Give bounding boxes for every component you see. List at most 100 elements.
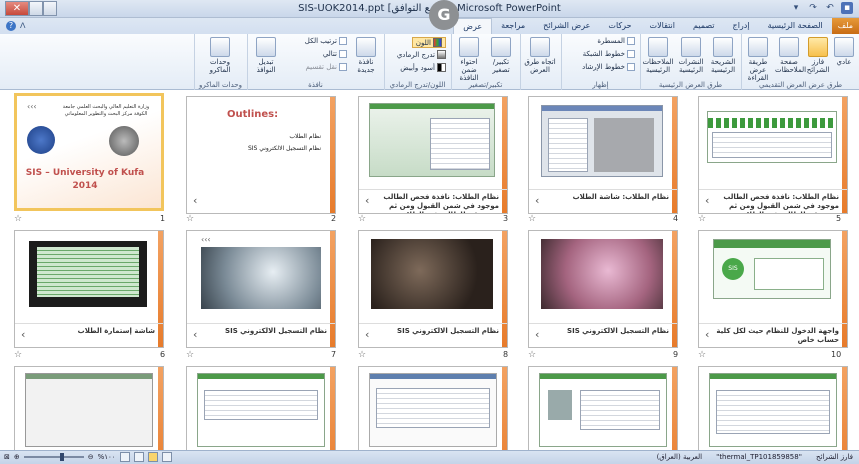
move-split-button[interactable]: نقل تقسيم (305, 63, 347, 71)
macros-button[interactable]: وحدات الماكرو (200, 37, 240, 74)
black-white-button[interactable]: أسود وأبيض (400, 63, 446, 72)
notes-page-button[interactable]: صفحة الملاحظات (775, 37, 806, 74)
gridlines-checkbox[interactable]: خطوط الشبكة (583, 50, 635, 58)
tab-design[interactable]: تصميم (684, 18, 724, 34)
undo-icon[interactable]: ↶ (824, 2, 836, 14)
view-direction-button[interactable]: اتجاه طرق العرض (524, 37, 556, 74)
slide-thumbnail-7[interactable]: ‹‹‹ نظام التسجيل الالكتروني SIS ‹ (186, 230, 336, 348)
save-icon[interactable]: ▪ (841, 2, 853, 14)
normal-view-icon (834, 37, 854, 57)
card-photo (541, 239, 663, 309)
card-photo (201, 247, 321, 309)
slide-caption: نظام الطلاب: شاشة الطلاب (529, 189, 677, 213)
fit-slide-icon[interactable]: ⊠ (4, 453, 10, 461)
zoom-slider-thumb[interactable] (59, 453, 64, 461)
reading-view-button[interactable]: طريقة عرض القراءة (743, 37, 773, 82)
slide-thumbnail-4[interactable]: نظام الطلاب: شاشة الطلاب ‹ (528, 96, 678, 214)
slide-sorter-icon (808, 37, 828, 57)
slide-thumbnail-2[interactable]: Outlines: نظام الطلاب نظام التسجيل الالك… (186, 96, 336, 214)
reading-view-icon[interactable] (133, 452, 144, 462)
group-show: المسطرة خطوط الشبكة خطوط الإرشاد إظهار (561, 34, 639, 90)
redo-icon[interactable]: ↷ (807, 2, 819, 14)
slide-number: 5 (836, 214, 842, 223)
notes-master-icon (648, 37, 668, 57)
cascade-button[interactable]: تتالي (323, 50, 347, 58)
screenshot-image (541, 105, 663, 177)
zoom-button[interactable]: تكبير/تصغير (485, 37, 517, 74)
slide-number: 6 (160, 350, 166, 359)
tab-animations[interactable]: حركات (599, 18, 640, 34)
slide-thumbnail-3[interactable]: نظام الطلاب: نافذة فحص الطالب موجود في ش… (358, 96, 508, 214)
group-label: إظهار (592, 81, 609, 89)
color-button[interactable]: اللون (411, 37, 446, 48)
customize-qat-icon[interactable]: ▾ (790, 2, 802, 14)
tab-file[interactable]: ملف (831, 18, 859, 34)
slide-thumbnail-12[interactable] (186, 366, 336, 450)
help-icon[interactable]: ? (6, 21, 16, 31)
slide-thumbnail-9[interactable]: نظام التسجيل الالكتروني SIS ‹ (528, 230, 678, 348)
transition-star-icon: ☆ (186, 350, 195, 360)
slide-header-text: وزارة التعليم العالي والبحث العلمي جامعة… (62, 104, 150, 117)
tab-view[interactable]: عرض (453, 18, 493, 34)
slide-thumbnail-8[interactable]: نظام التسجيل الالكتروني SIS ‹ (358, 230, 508, 348)
slide-caption: نظام التسجيل الالكتروني SIS (187, 323, 335, 347)
status-bar: فارز الشرائح "thermal_TP101859858" العرب… (0, 450, 859, 464)
slide-sorter-area: وزارة التعليم العالي والبحث العلمي جامعة… (0, 90, 859, 450)
slideshow-view-icon[interactable] (119, 452, 130, 462)
grayscale-button[interactable]: تدرج الرمادي (397, 50, 446, 59)
zoom-in-icon[interactable]: ⊕ (14, 453, 20, 461)
screenshot-image (539, 373, 667, 447)
slide-thumbnail-15[interactable] (698, 366, 848, 450)
guides-checkbox[interactable]: خطوط الإرشاد (582, 63, 635, 71)
status-info: فارز الشرائح "thermal_TP101859858" العرب… (657, 453, 853, 461)
transition-star-icon: ☆ (14, 214, 23, 224)
slide-thumbnail-5[interactable]: نظام الطلاب: نافذة فحص الطالب موجود في ش… (698, 96, 848, 214)
group-direction: اتجاه طرق العرض (520, 34, 560, 90)
fit-window-button[interactable]: احتواء ضمن النافذة (453, 37, 485, 82)
transition-star-icon: ☆ (698, 214, 707, 224)
handout-master-button[interactable]: النشرات الرئيسية (676, 37, 706, 74)
notes-page-icon (779, 37, 799, 57)
zoom-out-icon[interactable]: ⊖ (88, 453, 94, 461)
arrange-icon (339, 37, 347, 45)
slide-thumbnail-1[interactable]: وزارة التعليم العالي والبحث العلمي جامعة… (14, 93, 164, 211)
slide-thumbnail-13[interactable] (358, 366, 508, 450)
group-zoom: تكبير/تصغير احتواء ضمن النافذة تكبير/تصغ… (451, 34, 519, 90)
group-label: تكبير/تصغير (468, 81, 503, 89)
checkbox-icon (627, 63, 635, 71)
zoom-slider[interactable] (23, 453, 84, 461)
tab-insert[interactable]: إدراج (724, 18, 759, 34)
slide-thumbnail-14[interactable] (528, 366, 678, 450)
slide-sorter-view-icon[interactable] (147, 452, 158, 462)
normal-view-icon[interactable] (161, 452, 172, 462)
tab-slideshow[interactable]: عرض الشرائح (534, 18, 599, 34)
slide-accent-bar (672, 367, 677, 450)
tab-review[interactable]: مراجعة (492, 18, 534, 34)
ruler-checkbox[interactable]: المسطرة (597, 37, 635, 45)
slide-title-text: SIS – University of Kufa (25, 168, 145, 178)
tab-transitions[interactable]: انتقالات (641, 18, 684, 34)
macros-icon (210, 37, 230, 57)
slide-thumbnail-6[interactable]: شاشة إستمارة الطلاب ‹ (14, 230, 164, 348)
switch-windows-button[interactable]: تبديل النوافذ (249, 37, 283, 74)
language-indicator[interactable]: العربية (العراق) (657, 453, 703, 461)
slide-number: 3 (503, 214, 509, 223)
minimize-ribbon-icon[interactable]: ᐱ (20, 21, 25, 30)
chevron-left-icon: ‹ (705, 328, 710, 341)
arrange-all-button[interactable]: ترتيب الكل (305, 37, 347, 45)
zoom-controls: ⊠ ⊕ ⊖ %١٠٠ (4, 452, 172, 462)
slide-master-button[interactable]: الشريحة الرئيسية (708, 37, 738, 74)
tab-home[interactable]: الصفحة الرئيسية (759, 18, 832, 34)
new-window-button[interactable]: نافذة جديدة (351, 37, 381, 74)
slide-sorter-button[interactable]: فارز الشرائح (805, 37, 831, 74)
zoom-level[interactable]: %١٠٠ (98, 453, 116, 461)
g-overlay-badge: G (429, 0, 459, 30)
slide-thumbnail-10[interactable]: SIS واجهة الدخول للنظام حيث لكل كلية حسا… (698, 230, 848, 348)
slide-thumbnail-11[interactable] (14, 366, 164, 450)
checkbox-icon (627, 50, 635, 58)
notes-master-button[interactable]: الملاحظات الرئيسية (642, 37, 674, 74)
normal-view-button[interactable]: عادي (831, 37, 857, 66)
cascade-icon (339, 50, 347, 58)
slide-number: 4 (673, 214, 679, 223)
crowd-photo (371, 239, 493, 309)
